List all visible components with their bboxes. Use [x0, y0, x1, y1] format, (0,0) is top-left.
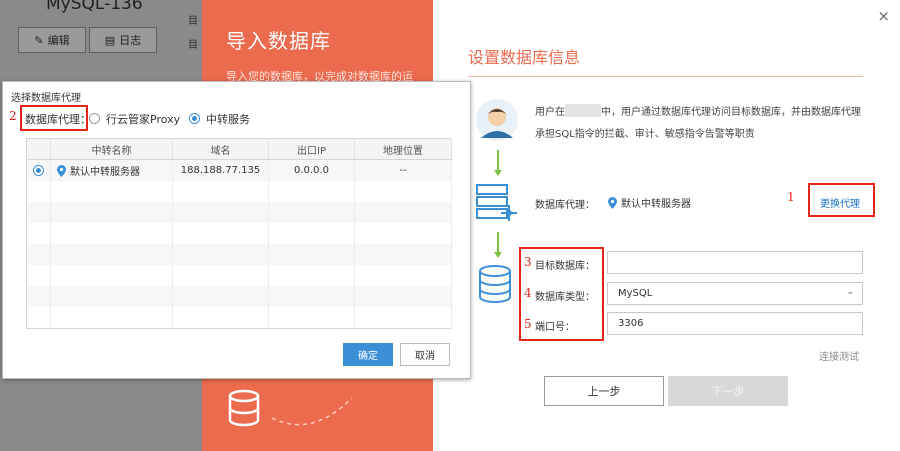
proxy-label: 数据库代理： — [535, 200, 595, 211]
proxy-value: 默认中转服务器 — [608, 195, 691, 210]
radio-proxy-option[interactable] — [89, 113, 100, 124]
arrow-down-icon — [494, 232, 502, 258]
ok-button[interactable]: 确定 — [343, 343, 393, 366]
change-proxy-link[interactable]: 更换代理 — [820, 195, 860, 210]
column-header: 域名 — [172, 138, 269, 161]
user-avatar-icon — [476, 99, 518, 141]
section-title: 设置数据库信息 — [468, 48, 581, 67]
close-icon[interactable]: × — [877, 7, 890, 25]
wizard-title: 导入数据库 — [226, 29, 331, 53]
target-db-label: 目标数据库： — [535, 261, 595, 272]
location-pin-icon — [608, 196, 617, 209]
row-domain: 188.188.77.135 — [172, 159, 269, 181]
annotation-5: 5 — [524, 317, 532, 331]
radio-proxy-label: 行云管家Proxy — [106, 113, 181, 126]
table-header: 中转名称 域名 出口IP 地理位置 — [26, 138, 452, 161]
location-pin-icon — [57, 164, 66, 177]
next-step-button[interactable]: 下一步 — [668, 376, 788, 406]
proxy-description: 用户在 中，用户通过数据库代理访问目标数据库，并由数据库代理承担SQL指令的拦截、… — [535, 102, 865, 146]
table-row — [26, 244, 452, 266]
table-row[interactable]: 默认中转服务器 188.188.77.135 0.0.0.0 -- — [26, 159, 452, 181]
port-label: 端口号： — [535, 322, 575, 333]
annotation-1: 1 — [787, 190, 795, 204]
bg-page-title: MySQL-136 — [46, 0, 143, 14]
annotation-2: 2 — [9, 109, 17, 123]
wizard-right-panel: × 设置数据库信息 用户在 中，用户通过数据库代理访问目标数据库，并由数据库代理承… — [433, 0, 900, 451]
column-header: 中转名称 — [50, 138, 173, 161]
log-icon: ▤ — [104, 33, 116, 47]
table-row — [26, 307, 452, 329]
cancel-button[interactable]: 取消 — [400, 343, 450, 366]
port-input[interactable]: 3306 — [607, 312, 863, 335]
row-location: -- — [354, 159, 452, 181]
redacted-text — [565, 104, 601, 117]
database-icon — [479, 265, 511, 303]
select-proxy-dialog: 选择数据库代理 2 数据库代理： 行云管家Proxy 中转服务 中转名称 域名 … — [2, 81, 471, 379]
dialog-title: 选择数据库代理 — [11, 93, 81, 104]
db-type-label: 数据库类型： — [535, 292, 595, 303]
database-deco-icon — [228, 389, 353, 427]
target-db-input[interactable] — [607, 251, 863, 274]
dialog-proxy-label: 数据库代理： — [25, 113, 91, 126]
annotation-4: 4 — [524, 286, 532, 300]
bg-log-button: ▤ 日志 — [89, 27, 157, 53]
server-icon — [476, 184, 517, 221]
radio-relay-option[interactable] — [189, 113, 200, 124]
table-row — [26, 180, 452, 202]
arrow-down-icon — [494, 150, 502, 176]
radio-relay-label: 中转服务 — [206, 113, 250, 126]
chevron-down-icon: ⌄ — [846, 287, 854, 297]
bg-text: 目 — [188, 40, 198, 51]
column-header: 出口IP — [268, 138, 355, 161]
table-row — [26, 286, 452, 308]
table-row — [26, 265, 452, 287]
column-header: 地理位置 — [354, 138, 452, 161]
section-divider — [468, 76, 863, 77]
test-connection-link[interactable]: 连接测试 — [819, 348, 859, 363]
proxy-table: 中转名称 域名 出口IP 地理位置 默认中转服务器 188.188.77.135… — [26, 138, 452, 329]
bg-text: 目 — [188, 16, 198, 27]
table-row — [26, 201, 452, 223]
annotation-3: 3 — [524, 255, 532, 269]
row-ip: 0.0.0.0 — [268, 159, 355, 181]
db-type-select[interactable]: MySQL ⌄ — [607, 282, 863, 305]
bg-edit-button: ✎ 编辑 — [18, 27, 86, 53]
table-row — [26, 222, 452, 245]
prev-step-button[interactable]: 上一步 — [544, 376, 664, 406]
row-name: 默认中转服务器 — [70, 166, 140, 178]
row-select-radio[interactable] — [33, 164, 44, 176]
edit-icon: ✎ — [34, 33, 44, 47]
